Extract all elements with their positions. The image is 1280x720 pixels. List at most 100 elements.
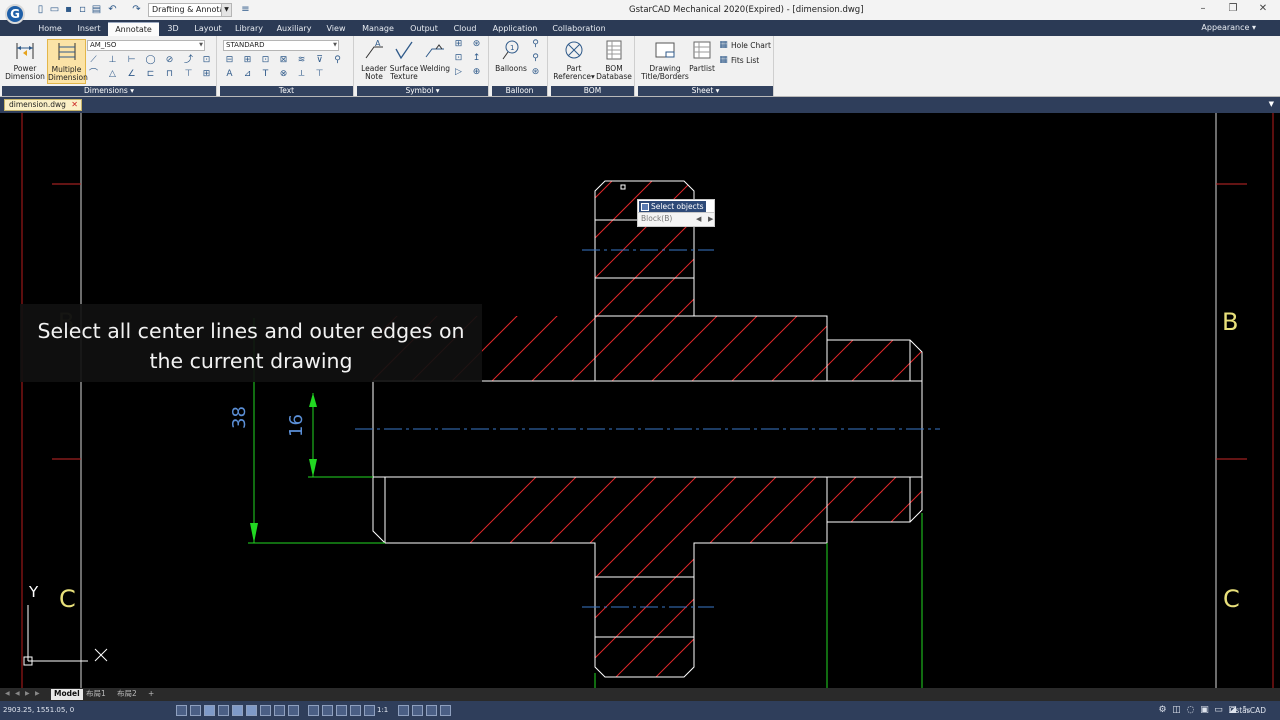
radius-dim-icon[interactable]: ◯ [145,55,156,66]
tab-insert[interactable]: Insert [72,22,106,36]
hole-chart-button[interactable]: Hole Chart [731,41,771,50]
tab-manage[interactable]: Manage [358,22,398,36]
app-logo-icon[interactable]: G [5,4,25,24]
symbol-tool-5-icon[interactable]: ▷ [453,67,464,78]
tab-layout[interactable]: Layout [190,22,226,36]
undo-icon[interactable]: ↶ [107,4,118,15]
polar-toggle[interactable] [218,705,229,716]
tab-view[interactable]: View [322,22,350,36]
settings-gear-icon[interactable]: ⚙ [1157,705,1168,716]
text-tool-8-icon[interactable]: ⊗ [278,69,289,80]
drawing-canvas[interactable]: B B C C [0,113,1280,688]
next-layout-icon[interactable]: ▶ [25,690,30,697]
fits-list-button[interactable]: Fits List [731,56,759,65]
hardware-icon[interactable]: ▭ [1213,705,1224,716]
surface-texture-button[interactable]: Surface Texture [389,39,419,81]
otrack-toggle[interactable] [246,705,257,716]
selection-grip[interactable] [620,184,626,190]
symbol-tool-2-icon[interactable]: ⊛ [471,39,482,50]
linear-dim-icon[interactable]: ⊥ [107,55,118,66]
symbol-tool-1-icon[interactable]: ⊞ [453,39,464,50]
symbol-tool-3-icon[interactable]: ⊡ [453,53,464,64]
ortho-toggle[interactable] [204,705,215,716]
tab-cloud[interactable]: Cloud [450,22,480,36]
annotation-scale-value[interactable]: 1:1 [377,706,388,714]
close-window-button[interactable]: ✕ [1256,2,1270,16]
tab-application[interactable]: Application [489,22,541,36]
first-layout-icon[interactable]: ◀ [5,690,10,697]
tab-3d[interactable]: 3D [160,22,186,36]
add-layout-button[interactable]: + [145,689,157,700]
symbol-tool-4-icon[interactable]: ↥ [471,53,482,64]
workspace-dropdown[interactable]: Drafting & Annotati ▼ [148,3,232,17]
text-group-footer[interactable]: Text [220,86,353,96]
redo-icon[interactable]: ↷ [131,4,142,15]
prev-layout-icon[interactable]: ◀ [15,690,20,697]
open-file-icon[interactable]: ▭ [49,4,60,15]
single-line-text-icon[interactable]: T [260,69,271,80]
annotation-visibility-toggle[interactable] [322,705,333,716]
lineweight-toggle[interactable] [288,705,299,716]
viewport-icon[interactable] [350,705,361,716]
snap-toggle[interactable] [176,705,187,716]
lock-icon[interactable]: ▣ [1199,705,1210,716]
zoom-icon[interactable] [336,705,347,716]
chain-dim-icon[interactable]: ⊤ [183,69,194,80]
text-tool-7-icon[interactable]: ⊿ [242,69,253,80]
ducs-toggle[interactable] [260,705,271,716]
text-tool-3-icon[interactable]: ⊡ [260,55,271,66]
text-tool-1-icon[interactable]: ⊟ [224,55,235,66]
baseline-dim-icon[interactable]: ⊏ [145,69,156,80]
sheet-group-footer[interactable]: Sheet ▾ [638,86,773,96]
text-tool-5-icon[interactable]: ≋ [296,55,307,66]
partlist-button[interactable]: Partlist [688,39,716,73]
part-reference-button[interactable]: Part Reference▾ [553,39,595,81]
tab-layout1[interactable]: 布局1 [83,689,109,700]
tab-home[interactable]: Home [33,22,67,36]
document-tab[interactable]: dimension.dwg ✕ [4,99,82,111]
annotation-scale-icon[interactable] [364,705,375,716]
symbol-group-footer[interactable]: Symbol ▾ [357,86,488,96]
quick-access-customize-icon[interactable]: ≡ [240,4,251,15]
chevron-left-icon[interactable]: ◀ [696,213,701,225]
lightbulb-icon[interactable]: ◌ [1185,705,1196,716]
bom-database-button[interactable]: BOM Database [595,39,633,81]
angular-dim-icon[interactable]: ⤴ [183,55,194,66]
balloon-group-footer[interactable]: Balloon [492,86,547,96]
status-tool-1-icon[interactable] [398,705,409,716]
balloon-tool-1-icon[interactable]: ⚲ [530,39,541,50]
minimize-button[interactable]: – [1196,2,1210,16]
text-tool-2-icon[interactable]: ⊞ [242,55,253,66]
aligned-dim-icon[interactable]: ⟋ [88,55,99,66]
tab-output[interactable]: Output [406,22,442,36]
tab-model[interactable]: Model [51,689,83,700]
text-style-combo[interactable]: STANDARD ▼ [223,40,339,51]
horizontal-dim-icon[interactable]: ⊢ [126,55,137,66]
dimension-text-38[interactable]: 38 [229,406,250,429]
osnap-toggle[interactable] [232,705,243,716]
arc-dim-icon[interactable]: ⌒ [88,69,99,80]
chevron-right-icon[interactable]: ▶ [708,213,713,225]
power-dimension-button[interactable]: Power Dimension [4,39,46,81]
tab-collaboration[interactable]: Collaboration [550,22,608,36]
status-tool-3-icon[interactable] [426,705,437,716]
restore-button[interactable]: ❐ [1226,2,1240,16]
text-tool-10-icon[interactable]: ⊤ [314,69,325,80]
close-icon[interactable]: ✕ [71,100,78,110]
ordinate-dim-icon[interactable]: △ [107,69,118,80]
continue-dim-icon[interactable]: ⊓ [164,69,175,80]
multiple-dimension-button[interactable]: Multiple Dimension [47,39,88,84]
diameter-dim-icon[interactable]: ⊘ [164,55,175,66]
save-as-icon[interactable]: ▫ [77,4,88,15]
new-file-icon[interactable]: ▯ [35,4,46,15]
text-find-icon[interactable]: ⚲ [332,55,343,66]
status-tool-4-icon[interactable] [440,705,451,716]
tab-annotate[interactable]: Annotate [108,22,159,36]
dimension-text-16[interactable]: 16 [286,414,307,437]
text-tool-9-icon[interactable]: ⟂ [296,69,307,80]
leader-note-button[interactable]: A Leader Note [359,39,389,81]
status-tool-2-icon[interactable] [412,705,423,716]
balloon-tool-3-icon[interactable]: ⊛ [530,67,541,78]
tab-auxiliary[interactable]: Auxiliary [274,22,314,36]
angle-dim-icon[interactable]: ∠ [126,69,137,80]
